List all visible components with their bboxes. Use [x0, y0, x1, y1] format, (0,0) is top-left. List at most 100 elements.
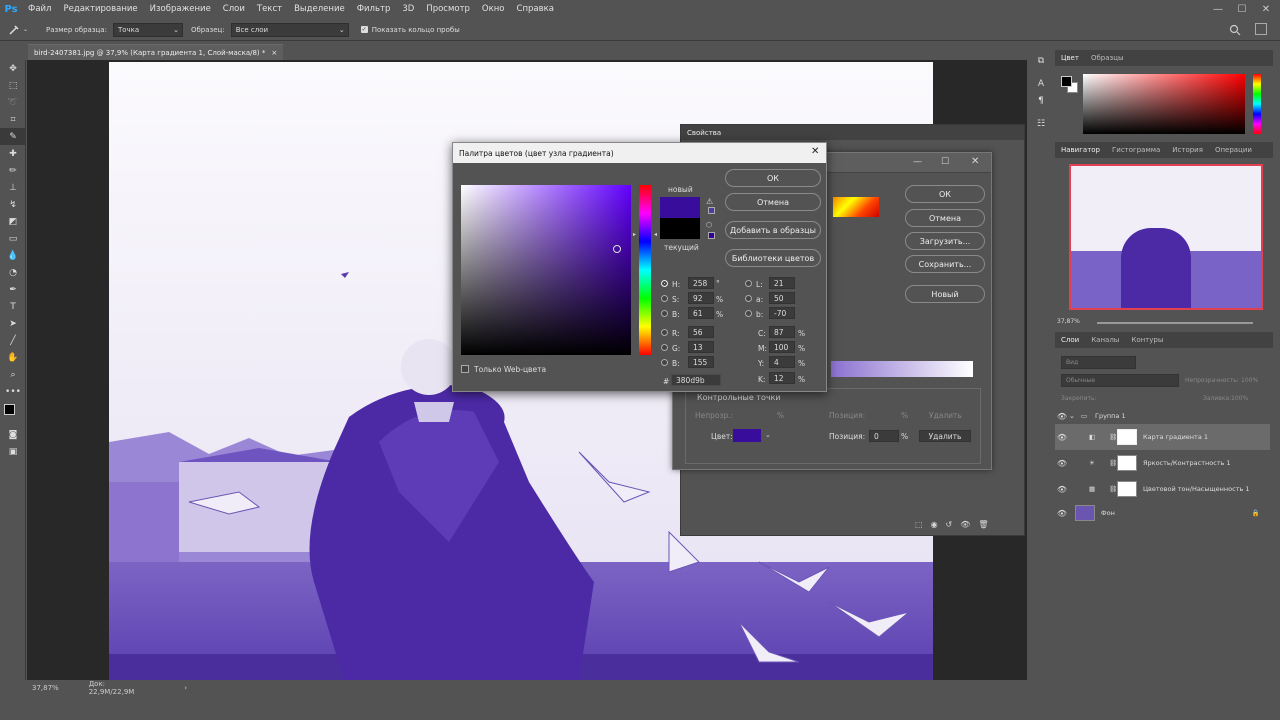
layer-row-group[interactable]: 👁 ⌄ ▭ Группа 1 [1055, 408, 1270, 424]
dodge-tool-icon[interactable]: ◔ [0, 264, 26, 281]
status-arrow-icon[interactable]: › [184, 684, 187, 692]
eraser-tool-icon[interactable]: ◩ [0, 213, 26, 230]
stamp-tool-icon[interactable]: ⊥ [0, 179, 26, 196]
picker-ok-button[interactable]: ОК [725, 169, 821, 187]
menu-item[interactable]: Редактирование [57, 4, 143, 14]
gradient-cancel-button[interactable]: Отмена [905, 209, 985, 227]
menu-item[interactable]: Слои [217, 4, 251, 14]
r-field[interactable]: 56 [688, 326, 714, 338]
maximize-icon[interactable]: ☐ [941, 157, 949, 167]
gradient-save-button[interactable]: Сохранить... [905, 255, 985, 273]
history-brush-tool-icon[interactable]: ↯ [0, 196, 26, 213]
minimize-button[interactable]: — [1205, 0, 1231, 18]
menu-item[interactable]: Справка [511, 4, 560, 14]
eye-icon[interactable]: 👁 [1055, 433, 1069, 442]
menu-item[interactable]: 3D [396, 4, 420, 14]
l-field[interactable]: 21 [769, 277, 795, 289]
sample-size-select[interactable]: Точка ⌄ [112, 22, 183, 37]
layer-mask-thumb[interactable] [1117, 481, 1137, 497]
gradient-ok-button[interactable]: ОК [905, 185, 985, 203]
layer-row-hue-sat[interactable]: 👁 ▦ ⛓ Цветовой тон/Насыщенность 1 [1055, 476, 1270, 502]
chevron-down-icon[interactable]: ⌄ [765, 431, 771, 439]
web-cube-icon[interactable]: ⬡ [706, 221, 712, 229]
show-ring-checkbox[interactable]: ✓ [360, 26, 368, 33]
a-field[interactable]: 50 [769, 292, 795, 304]
delete-icon[interactable]: 🗑 [978, 520, 988, 529]
lab-b-field[interactable]: -70 [769, 307, 795, 319]
color-libraries-button[interactable]: Библиотеки цветов [725, 249, 821, 267]
healing-brush-tool-icon[interactable]: ✚ [0, 145, 26, 162]
view-previous-icon[interactable]: ◉ [931, 520, 938, 529]
line-tool-icon[interactable]: ╱ [0, 332, 26, 349]
menu-item[interactable]: Окно [476, 4, 511, 14]
web-safe-swatch[interactable] [708, 232, 715, 239]
current-color-swatch[interactable] [660, 218, 700, 239]
reset-icon[interactable]: ↺ [946, 520, 953, 529]
quick-mask-icon[interactable]: ◙ [0, 426, 26, 443]
color-field[interactable] [1083, 74, 1245, 134]
eyedropper-preset[interactable]: ⌄ [0, 24, 36, 36]
l-radio[interactable] [745, 280, 752, 287]
blue-radio[interactable] [661, 359, 668, 366]
search-icon[interactable] [1229, 24, 1241, 36]
s-field[interactable]: 92 [688, 292, 714, 304]
s-radio[interactable] [661, 295, 668, 302]
r-radio[interactable] [661, 329, 668, 336]
layer-row-background[interactable]: 👁 Фон 🔒 [1055, 500, 1270, 526]
gradient-tool-icon[interactable]: ▭ [0, 230, 26, 247]
layer-row-gradient-map[interactable]: 👁 ◧ ⛓ Карта градиента 1 [1055, 424, 1270, 450]
color-fg-swatch[interactable] [1061, 76, 1072, 87]
hex-field[interactable]: 380d9b [671, 374, 721, 386]
gamut-swatch[interactable] [708, 207, 715, 214]
gamut-warning-icon[interactable]: ⚠ [706, 197, 713, 206]
color-swatches[interactable] [0, 400, 25, 426]
screen-mode-icon[interactable]: ▣ [0, 443, 26, 460]
document-tab[interactable]: bird-2407381.jpg @ 37,9% (Карта градиент… [28, 44, 284, 60]
eye-icon[interactable]: 👁 [1055, 459, 1069, 468]
workspace-icon[interactable] [1255, 23, 1267, 35]
visibility-icon[interactable]: 👁 [960, 520, 970, 529]
layer-mask-thumb[interactable] [1117, 429, 1137, 445]
chevron-down-icon[interactable]: ⌄ [1069, 412, 1081, 420]
layer-filter-select[interactable]: Вид [1061, 356, 1136, 369]
c-field[interactable]: 87 [769, 326, 795, 338]
tab-paths[interactable]: Контуры [1125, 336, 1169, 344]
hue-slider-arrow[interactable]: ▸ [633, 231, 636, 238]
color-picker-cursor[interactable] [613, 245, 621, 253]
tab-layers[interactable]: Слои [1055, 336, 1085, 344]
blur-tool-icon[interactable]: 💧 [0, 247, 26, 264]
navigator-preview[interactable] [1069, 164, 1263, 310]
navigator-zoom[interactable]: 37,87% [1057, 318, 1080, 325]
properties-panel-icon[interactable]: ☷ [1030, 115, 1052, 132]
menu-item[interactable]: Изображение [144, 4, 217, 14]
stop-color-swatch[interactable] [733, 429, 761, 442]
fill-value[interactable]: 100% [1231, 395, 1248, 402]
saturation-brightness-field[interactable] [461, 185, 631, 355]
gradient-new-button[interactable]: Новый [905, 285, 985, 303]
web-colors-checkbox[interactable] [461, 365, 469, 373]
layer-row-brightness[interactable]: 👁 ☀ ⛓ Яркость/Контрастность 1 [1055, 450, 1270, 476]
gradient-bar[interactable] [831, 361, 973, 377]
g-field[interactable]: 13 [688, 341, 714, 353]
add-to-swatches-button[interactable]: Добавить в образцы [725, 221, 821, 239]
crop-tool-icon[interactable]: ⌗ [0, 111, 26, 128]
move-tool-icon[interactable]: ✥ [0, 60, 26, 77]
eye-icon[interactable]: 👁 [1055, 485, 1069, 494]
tab-color[interactable]: Цвет [1055, 54, 1085, 62]
zoom-level[interactable]: 37,87% [32, 684, 59, 692]
zoom-tool-icon[interactable]: ⌕ [0, 366, 26, 383]
a-radio[interactable] [745, 295, 752, 302]
type-tool-icon[interactable]: T [0, 298, 26, 315]
opacity-value[interactable]: 100% [1241, 377, 1258, 384]
more-tools-icon[interactable]: ••• [0, 383, 26, 400]
marquee-tool-icon[interactable]: ⬚ [0, 77, 26, 94]
tab-swatches[interactable]: Образцы [1085, 54, 1130, 62]
gradient-load-button[interactable]: Загрузить... [905, 232, 985, 250]
hue-slider[interactable] [1253, 74, 1261, 134]
tab-actions[interactable]: Операции [1209, 146, 1258, 154]
blue-field[interactable]: 155 [688, 356, 714, 368]
close-icon[interactable]: ✕ [971, 156, 979, 167]
close-tab-icon[interactable]: × [271, 49, 277, 57]
close-icon[interactable]: ✕ [811, 146, 819, 157]
m-field[interactable]: 100 [769, 341, 795, 353]
